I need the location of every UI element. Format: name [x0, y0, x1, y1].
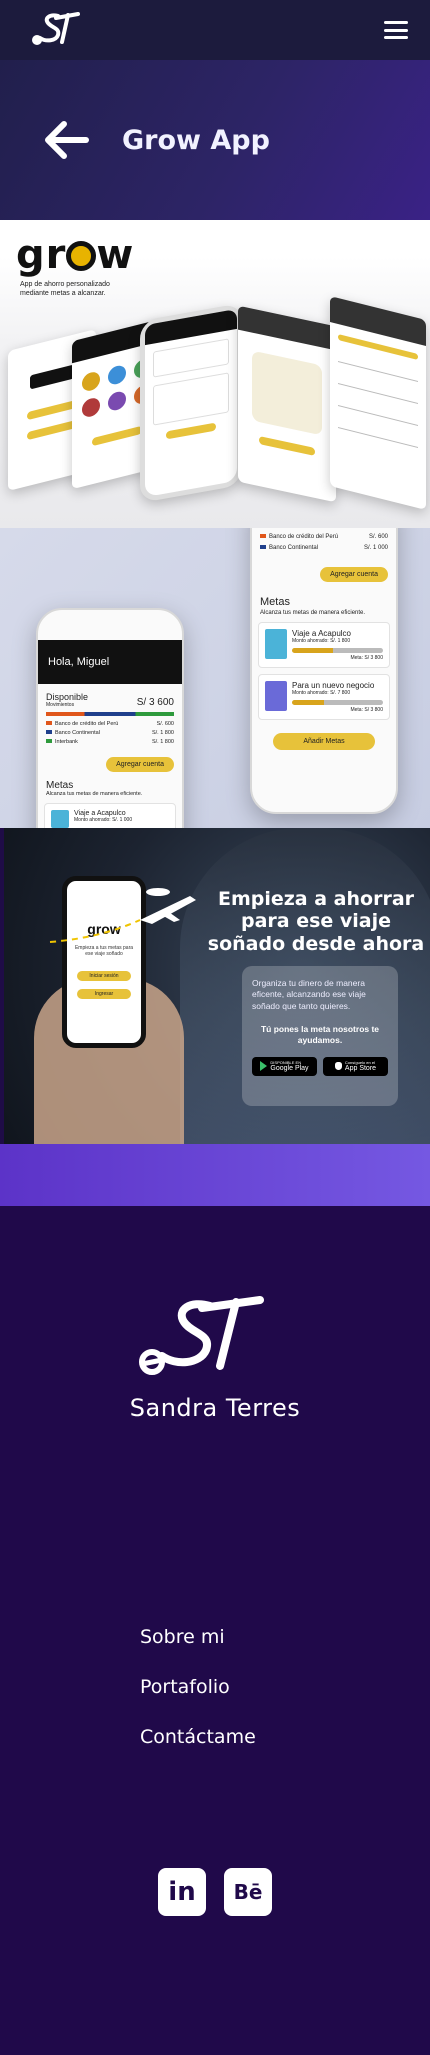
goals-title: Metas — [46, 780, 74, 791]
nav-link-sobre-mi[interactable]: Sobre mi — [140, 1626, 256, 1648]
add-goals-button[interactable]: Añadir Metas — [273, 733, 375, 750]
goal-card[interactable]: Viaje a Acapulco Monto ahorrado: S/. 1 0… — [44, 803, 176, 828]
goals-title: Metas — [260, 596, 290, 608]
hamburger-menu-icon[interactable] — [384, 21, 408, 39]
app-store-button[interactable]: Consíguelo en el App Store — [323, 1056, 388, 1076]
footer-nav: Sobre mi Portafolio Contáctame — [140, 1626, 256, 1776]
greeting-header: Hola, Miguel — [38, 640, 182, 684]
account-row: Banco Continental S/. 1 000 — [260, 545, 388, 551]
page-header: Grow App — [0, 60, 430, 220]
top-nav — [0, 0, 430, 60]
goal-card[interactable]: Para un nuevo negocio Monto ahorrado: S/… — [258, 674, 390, 720]
behance-icon[interactable]: Bē — [224, 1868, 272, 1916]
app-screen-mockup — [238, 305, 336, 503]
st-logo-icon[interactable] — [28, 10, 82, 50]
footer: Sandra Terres Sobre mi Portafolio Contác… — [0, 1206, 430, 2055]
nav-link-portafolio[interactable]: Portafolio — [140, 1676, 256, 1698]
social-links: in Bē — [158, 1868, 272, 1916]
app-screen-mockup — [330, 296, 426, 510]
promo-headline: Empieza a ahorrar para ese viaje soñado … — [207, 888, 425, 955]
purple-divider-band — [0, 1144, 430, 1206]
account-row: Banco de crédito del Perú S/. 600 — [260, 534, 388, 540]
phone-mockup-left: Hola, Miguel Disponible Movimientos S/ 3… — [36, 608, 184, 828]
page-title: Grow App — [122, 124, 270, 156]
brand-name: Sandra Terres — [129, 1394, 301, 1422]
phone-mockup-right: Banco de crédito del Perú S/. 600 Banco … — [250, 528, 398, 814]
nav-link-contactame[interactable]: Contáctame — [140, 1726, 256, 1748]
play-icon — [260, 1061, 268, 1071]
app-tagline: App de ahorro personalizado mediante met… — [20, 281, 110, 298]
promo-body: Organiza tu dinero de manera eficente, a… — [252, 978, 366, 1011]
promo-banner: grow Empieza a tus metas para ese viaje … — [4, 828, 430, 1144]
promo-card: Organiza tu dinero de manera eficente, a… — [242, 966, 398, 1106]
goal-card[interactable]: Viaje a Acapulco Monto ahorrado: S/. 1 8… — [258, 622, 390, 668]
account-row: Banco de crédito del Perú S/. 600 — [46, 721, 174, 727]
account-row: Interbank S/. 1 800 — [46, 739, 174, 745]
grow-logo: gr w — [16, 232, 135, 278]
store-buttons: DISPONIBLE EN Google Play Consíguelo en … — [252, 1056, 388, 1076]
add-account-button[interactable]: Agregar cuenta — [106, 757, 174, 772]
airplane-icon — [49, 888, 196, 943]
phone-mockup — [140, 303, 242, 503]
st-logo-icon[interactable] — [132, 1292, 264, 1384]
apple-icon — [334, 1062, 342, 1070]
arrow-left-icon[interactable] — [44, 120, 90, 160]
promo-emphasis: Tú pones la meta nosotros te ayudamos. — [260, 1024, 380, 1046]
account-row: Banco Continental S/. 1 800 — [46, 730, 174, 736]
showcase-phones: Banco de crédito del Perú S/. 600 Banco … — [0, 528, 430, 828]
showcase-screens: gr w App de ahorro personalizado mediante… — [0, 220, 430, 528]
add-account-button[interactable]: Agregar cuenta — [320, 567, 388, 582]
google-play-button[interactable]: DISPONIBLE EN Google Play — [252, 1056, 317, 1076]
available-amount: S/ 3 600 — [136, 697, 174, 708]
linkedin-icon[interactable]: in — [158, 1868, 206, 1916]
